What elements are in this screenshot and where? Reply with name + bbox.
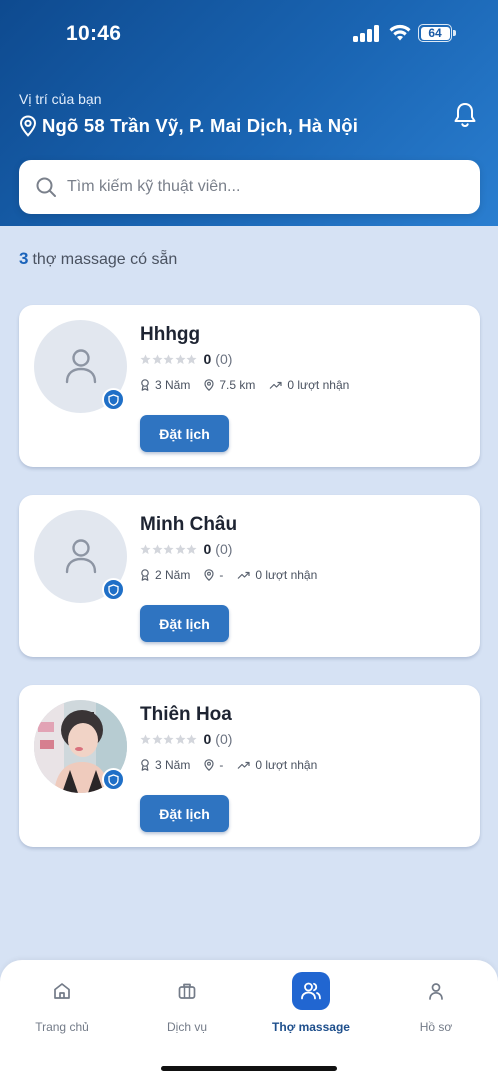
star-icon bbox=[163, 543, 174, 554]
map-pin-icon bbox=[204, 379, 214, 391]
experience: 3 Năm bbox=[140, 378, 190, 392]
therapist-card[interactable]: Thiên Hoa 0 (0) 3 Năm - 0 lượt nhận Đặt … bbox=[19, 685, 480, 847]
map-pin-icon bbox=[19, 115, 37, 137]
book-button[interactable]: Đặt lịch bbox=[140, 415, 229, 452]
therapist-name: Hhhgg bbox=[140, 324, 201, 345]
award-icon bbox=[141, 759, 149, 771]
location-text: Ngõ 58 Trần Vỹ, P. Mai Dịch, Hà Nội bbox=[42, 115, 359, 136]
rating-value: 0 bbox=[203, 351, 212, 367]
star-icon bbox=[140, 353, 151, 364]
nav-label: Thợ massage bbox=[272, 1020, 350, 1034]
meta-row: 3 Năm - 0 lượt nhận bbox=[140, 758, 331, 772]
search-box[interactable] bbox=[19, 160, 480, 214]
verified-shield-icon bbox=[102, 388, 125, 411]
user-placeholder-icon bbox=[65, 349, 97, 384]
verified-shield-icon bbox=[102, 578, 125, 601]
star-rating bbox=[140, 543, 198, 555]
rating-value: 0 bbox=[203, 541, 212, 557]
book-button[interactable]: Đặt lịch bbox=[140, 605, 229, 642]
search-input[interactable] bbox=[67, 178, 480, 196]
star-icon bbox=[151, 733, 163, 744]
nav-services[interactable]: Dịch vụ bbox=[125, 960, 249, 1050]
review-count: (0) bbox=[215, 351, 233, 367]
meta-row: 2 Năm - 0 lượt nhận bbox=[140, 568, 331, 582]
award-icon bbox=[141, 379, 149, 391]
nav-label: Trang chủ bbox=[35, 1020, 89, 1034]
therapist-card[interactable]: Hhhgg 0 (0) 3 Năm 7.5 km 0 lượt nhận Đặt… bbox=[19, 305, 480, 467]
trending-up-icon bbox=[237, 571, 250, 579]
star-icon bbox=[174, 733, 186, 744]
briefcase-icon bbox=[178, 983, 196, 999]
available-count: 3 thợ massage có sẵn bbox=[19, 249, 177, 269]
star-icon bbox=[174, 353, 186, 364]
star-icon bbox=[163, 733, 174, 744]
distance: - bbox=[204, 568, 223, 582]
star-icon bbox=[163, 353, 174, 364]
battery-icon: 64 bbox=[418, 24, 456, 42]
star-icon bbox=[151, 353, 163, 364]
star-icon bbox=[186, 543, 197, 554]
star-rating bbox=[140, 733, 198, 745]
book-button[interactable]: Đặt lịch bbox=[140, 795, 229, 832]
search-icon bbox=[36, 177, 56, 197]
available-count-text: thợ massage có sẵn bbox=[32, 251, 178, 268]
available-count-number: 3 bbox=[19, 249, 29, 268]
experience: 3 Năm bbox=[140, 758, 190, 772]
bookings: 0 lượt nhận bbox=[237, 758, 317, 772]
meta-row: 3 Năm 7.5 km 0 lượt nhận bbox=[140, 378, 363, 392]
status-bar: 10:46 64 bbox=[0, 0, 498, 64]
battery-level: 64 bbox=[420, 26, 450, 40]
rating-value: 0 bbox=[203, 731, 212, 747]
distance: - bbox=[204, 758, 223, 772]
map-pin-icon bbox=[204, 759, 214, 771]
bookings: 0 lượt nhận bbox=[269, 378, 349, 392]
rating-row: 0 (0) bbox=[140, 731, 232, 747]
header: 10:46 64 Vị trí của bạn Ngõ 58 Trần Vỹ, … bbox=[0, 0, 498, 226]
bell-icon[interactable] bbox=[452, 101, 478, 129]
nav-home[interactable]: Trang chủ bbox=[0, 960, 124, 1050]
review-count: (0) bbox=[215, 541, 233, 557]
nav-profile[interactable]: Hồ sơ bbox=[374, 960, 498, 1050]
star-icon bbox=[140, 543, 151, 554]
star-icon bbox=[174, 543, 186, 554]
trending-up-icon bbox=[269, 381, 282, 389]
therapist-name: Thiên Hoa bbox=[140, 704, 232, 725]
bookings: 0 lượt nhận bbox=[237, 568, 317, 582]
home-indicator bbox=[161, 1066, 337, 1071]
star-icon bbox=[140, 733, 151, 744]
star-icon bbox=[186, 733, 197, 744]
therapist-name: Minh Châu bbox=[140, 514, 238, 535]
star-rating bbox=[140, 353, 198, 365]
location-label: Vị trí của bạn bbox=[19, 91, 102, 107]
user-icon bbox=[429, 983, 443, 1000]
status-time: 10:46 bbox=[66, 22, 122, 45]
rating-row: 0 (0) bbox=[140, 541, 232, 557]
experience: 2 Năm bbox=[140, 568, 190, 582]
review-count: (0) bbox=[215, 731, 233, 747]
star-icon bbox=[186, 353, 197, 364]
map-pin-icon bbox=[204, 569, 214, 581]
nav-therapists[interactable]: Thợ massage bbox=[249, 960, 373, 1050]
star-icon bbox=[151, 543, 163, 554]
wifi-icon bbox=[389, 24, 411, 41]
verified-shield-icon bbox=[102, 768, 125, 791]
user-placeholder-icon bbox=[65, 539, 97, 574]
signal-icon bbox=[353, 24, 381, 42]
distance: 7.5 km bbox=[204, 378, 255, 392]
location-selector[interactable]: Ngõ 58 Trần Vỹ, P. Mai Dịch, Hà Nội bbox=[19, 115, 358, 137]
bottom-nav: Trang chủ Dịch vụ Thợ massage Hồ sơ bbox=[0, 960, 498, 1080]
trending-up-icon bbox=[237, 761, 250, 769]
users-icon bbox=[301, 982, 321, 1000]
rating-row: 0 (0) bbox=[140, 351, 232, 367]
home-icon bbox=[54, 983, 70, 999]
nav-label: Hồ sơ bbox=[419, 1020, 453, 1034]
therapist-card[interactable]: Minh Châu 0 (0) 2 Năm - 0 lượt nhận Đặt … bbox=[19, 495, 480, 657]
award-icon bbox=[141, 569, 149, 581]
therapist-list: Hhhgg 0 (0) 3 Năm 7.5 km 0 lượt nhận Đặt… bbox=[19, 305, 480, 875]
nav-label: Dịch vụ bbox=[166, 1020, 207, 1034]
